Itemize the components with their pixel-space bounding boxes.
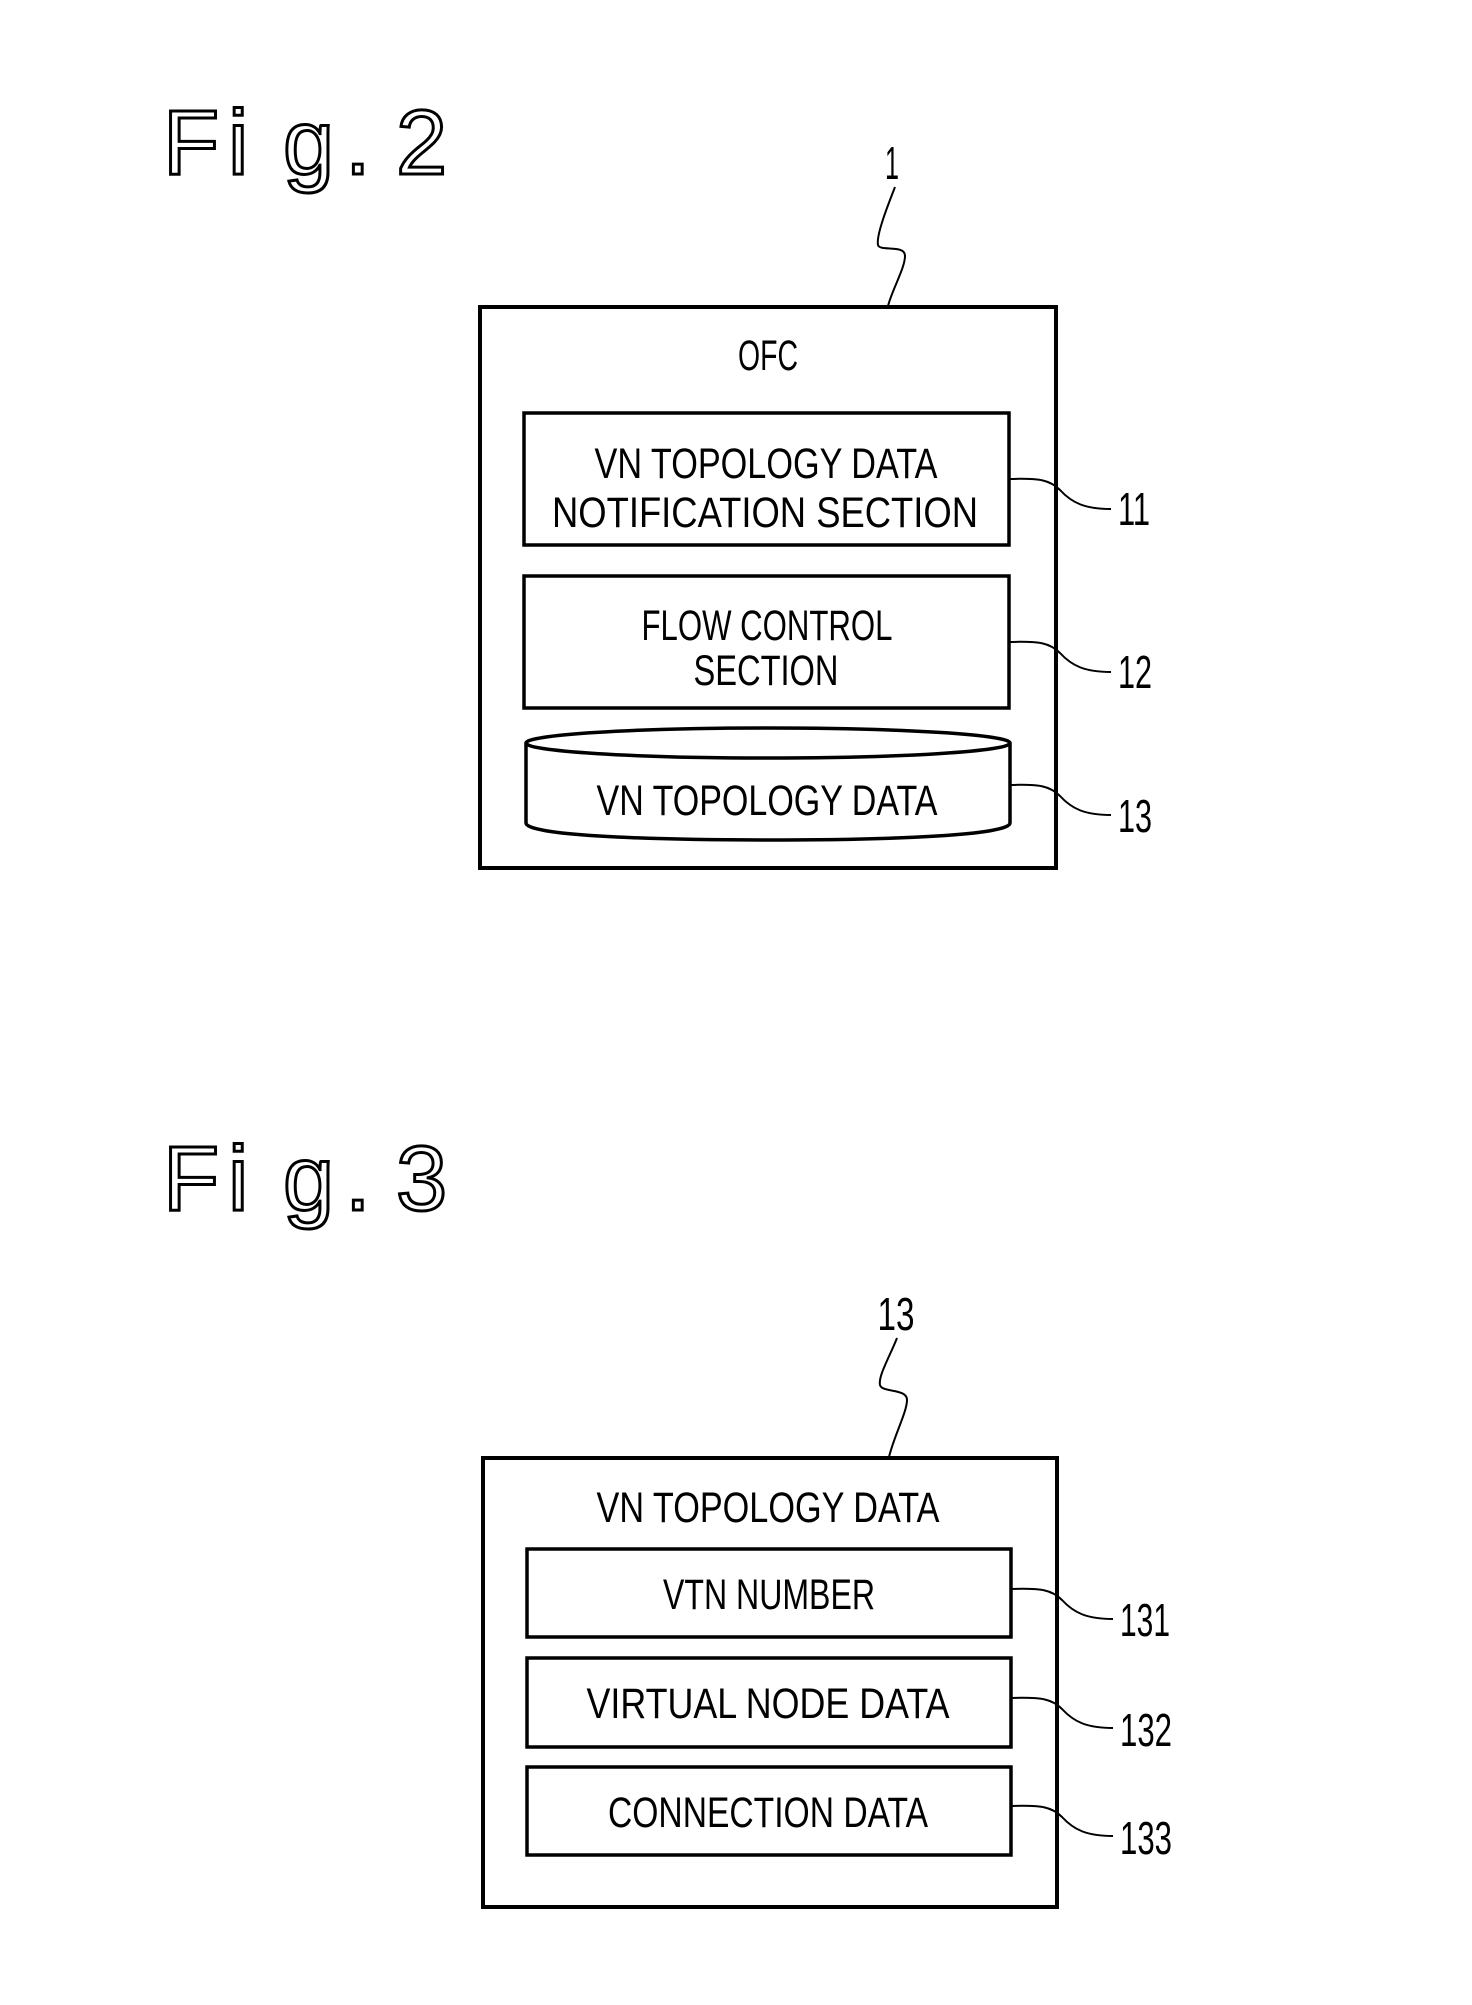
ref-13-container-leader-line [878,1337,909,1458]
block-133-label: CONNECTION DATA [608,1789,928,1837]
connection-data-block: CONNECTION DATA [525,1765,1013,1857]
vn-topology-data-store: VN TOPOLOGY DATA [524,726,1012,842]
fig3-char-dot: . [345,1128,371,1230]
fig2-char-g: g [283,92,334,194]
fig3-char-i: i [228,1128,248,1230]
figure-2: F i g . 2 1 OFC VN TOPOLOGY DATA NOTIFIC… [162,91,1152,870]
block-11-line-2: NOTIFICATION SECTION [552,489,978,537]
patent-figures: F i g . 2 1 OFC VN TOPOLOGY DATA NOTIFIC… [162,91,1172,1909]
ref-numeral-13-container: 13 [878,1288,915,1340]
block-11-line-1: VN TOPOLOGY DATA [595,440,938,488]
ref-numeral-1: 1 [885,137,899,189]
fig3-char-g: g [283,1128,334,1230]
virtual-node-data-block: VIRTUAL NODE DATA [525,1656,1013,1749]
ref-numeral-13: 13 [1118,790,1152,842]
ref-numeral-11: 11 [1118,483,1150,535]
ref-numeral-131: 131 [1120,1594,1170,1646]
vn-topology-data-notification-section: VN TOPOLOGY DATA NOTIFICATION SECTION [522,411,1011,547]
fig3-char-num: 3 [396,1128,447,1230]
block-132-label: VIRTUAL NODE DATA [587,1680,950,1728]
cylinder-top [524,726,1012,760]
ref-numeral-132: 132 [1120,1704,1172,1756]
figure-3: F i g . 3 13 VN TOPOLOGY DATA VTN NUMBER… [162,1127,1172,1909]
fig2-char-dot: . [345,92,371,194]
ref-1-leader-line [876,186,907,307]
ref-numeral-133: 133 [1120,1812,1172,1864]
fig2-char-num: 2 [396,92,447,194]
figure-3-title: F i g . 3 [162,1127,449,1232]
flow-control-section: FLOW CONTROL SECTION [522,574,1011,710]
cylinder-label: VN TOPOLOGY DATA [597,777,938,825]
block-131-label: VTN NUMBER [663,1571,875,1619]
fig2-char-i: i [228,92,248,194]
ofc-label: OFC [738,332,798,380]
fig2-char-f: F [163,92,219,194]
block-12-line-2: SECTION [694,647,839,695]
vn-topology-data-container-label: VN TOPOLOGY DATA [597,1484,940,1532]
vtn-number-block: VTN NUMBER [525,1547,1013,1639]
figure-2-title: F i g . 2 [162,91,449,196]
ref-numeral-12: 12 [1118,646,1152,698]
fig3-char-f: F [163,1128,219,1230]
block-12-line-1: FLOW CONTROL [642,602,893,650]
